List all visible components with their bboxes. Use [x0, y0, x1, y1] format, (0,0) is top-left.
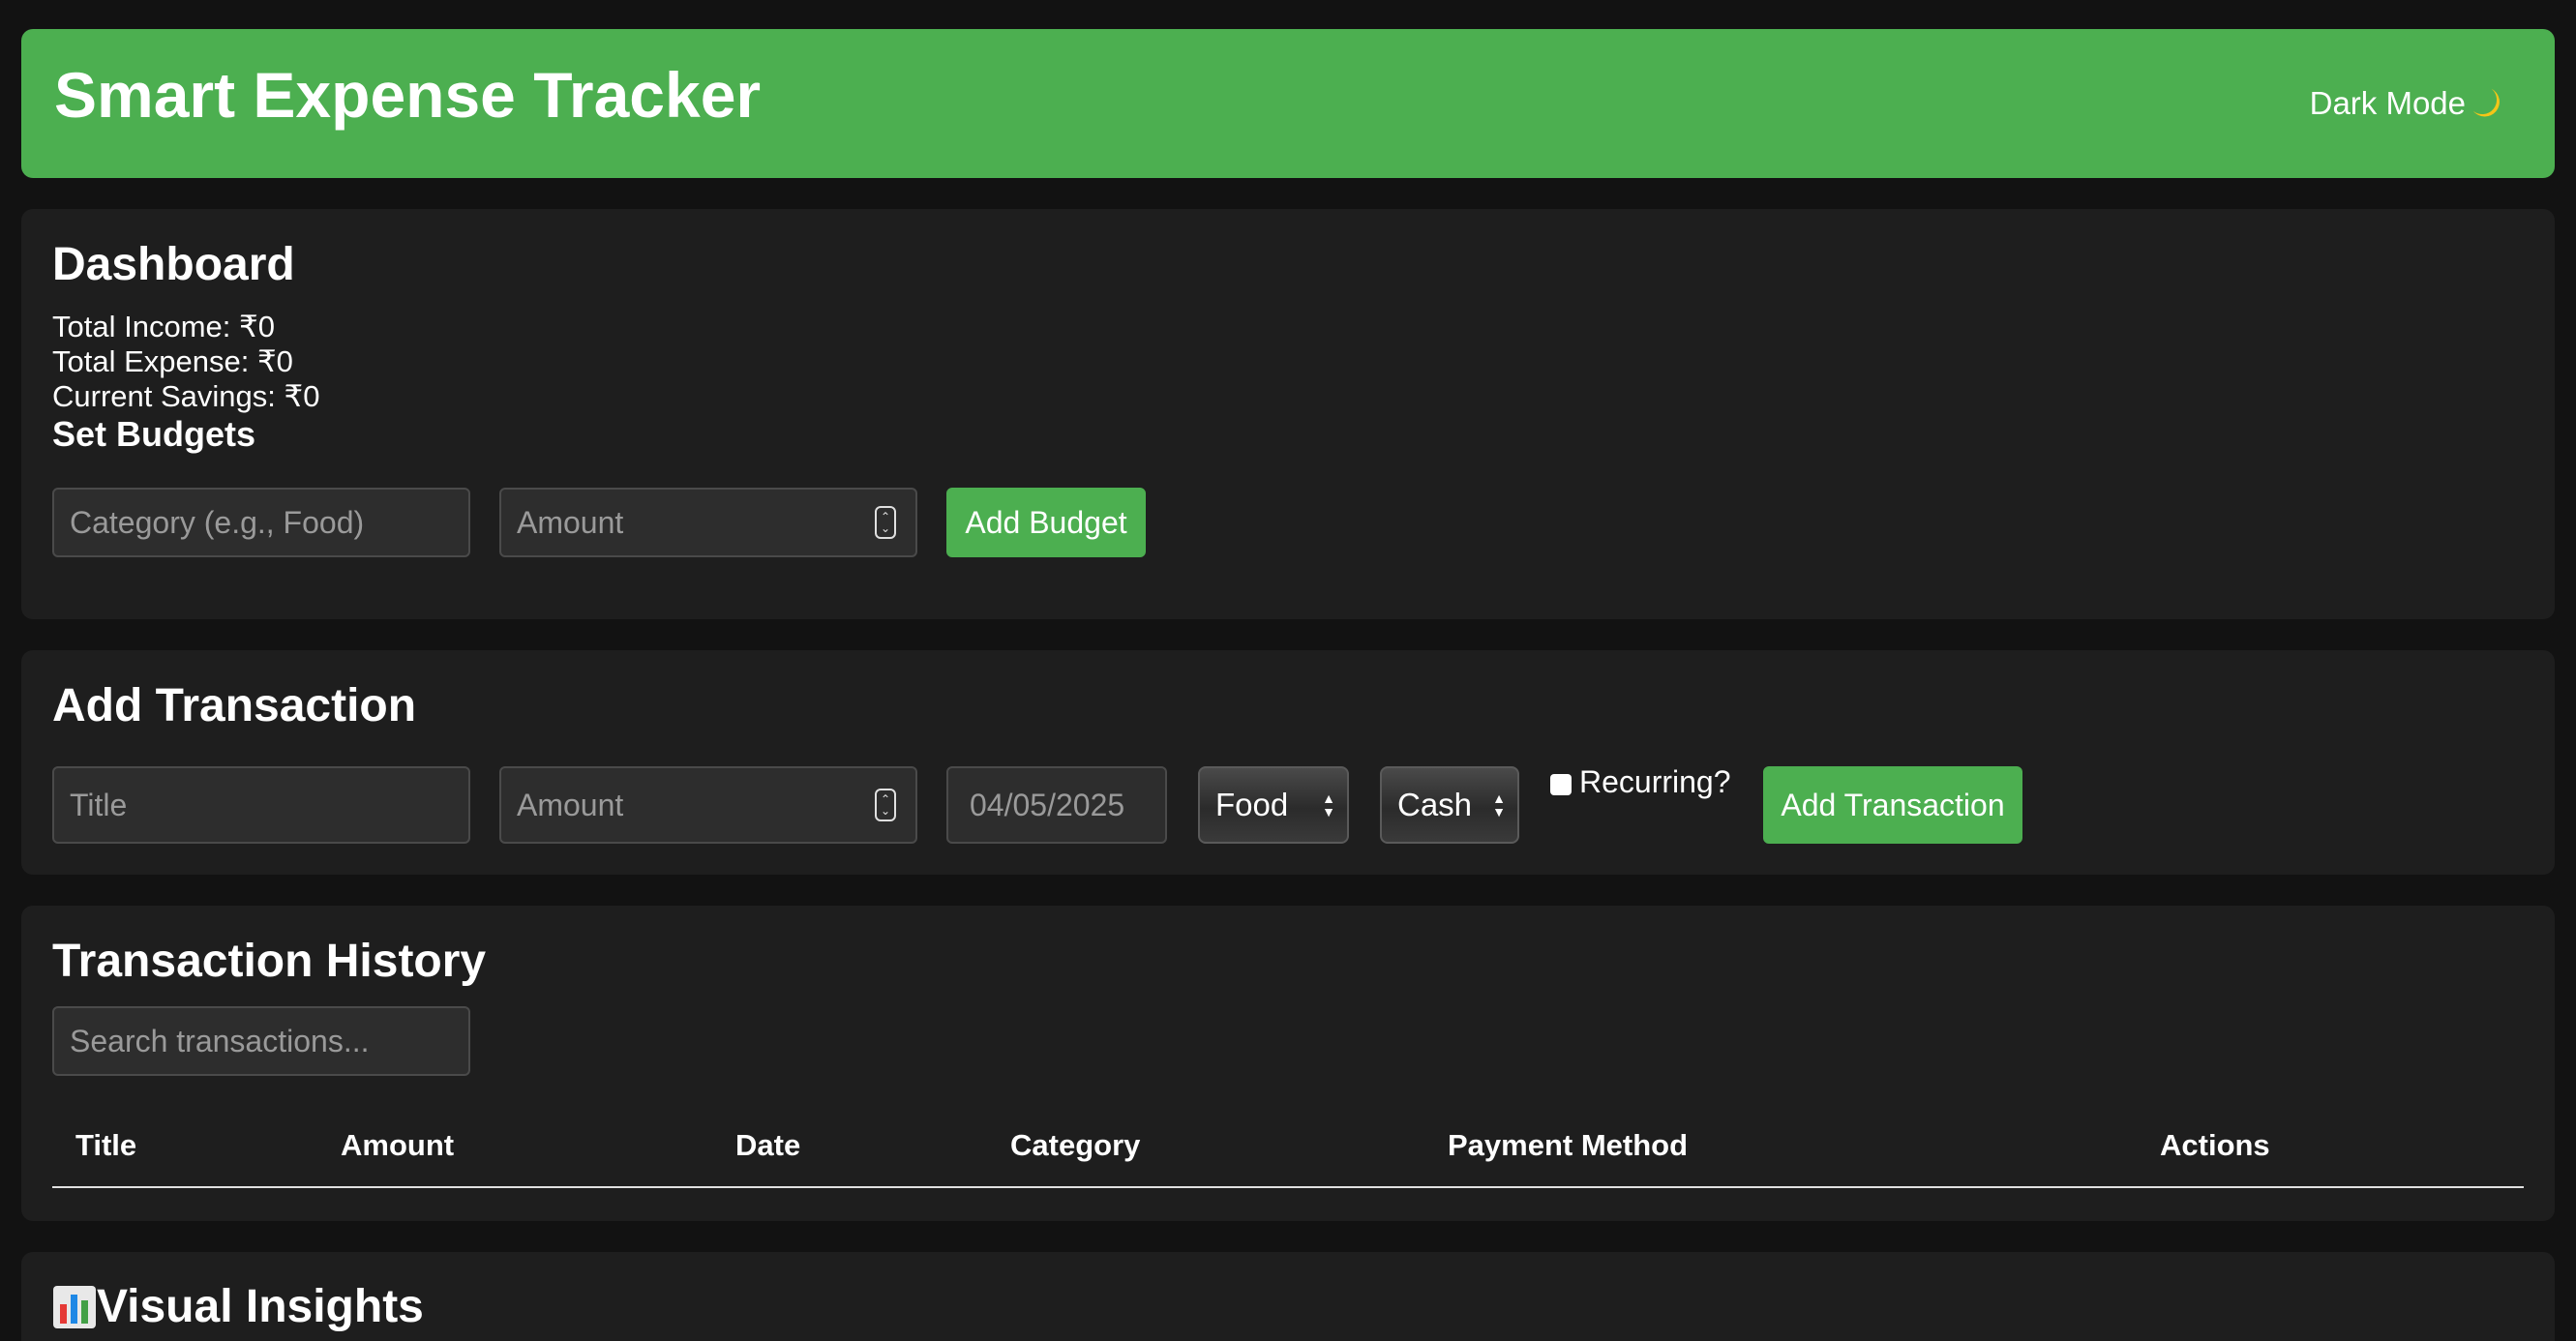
moon-icon — [2472, 88, 2500, 117]
transaction-date-input[interactable]: 04/05/2025 — [946, 766, 1167, 844]
category-selected: Food — [1215, 787, 1289, 822]
column-date: Date — [735, 1128, 801, 1162]
transaction-amount-placeholder: Amount — [517, 787, 624, 822]
budget-category-input[interactable]: Category (e.g., Food) — [52, 488, 470, 557]
select-arrows-icon: ▲ ▼ — [1492, 790, 1506, 820]
transaction-title-placeholder: Title — [70, 787, 128, 822]
recurring-checkbox[interactable] — [1550, 774, 1572, 795]
add-budget-button[interactable]: Add Budget — [946, 488, 1146, 557]
column-actions: Actions — [2160, 1128, 2270, 1162]
app-header: Smart Expense Tracker Dark Mode — [21, 29, 2555, 178]
spinner-icon[interactable]: ⌃ ⌄ — [875, 506, 896, 539]
total-income: Total Income: ₹0 — [52, 310, 275, 343]
set-budgets-heading: Set Budgets — [52, 414, 256, 454]
visual-insights-title: Visual Insights — [97, 1281, 424, 1332]
visual-insights-card: Visual Insights — [21, 1252, 2555, 1341]
add-transaction-heading: Add Transaction — [52, 680, 417, 731]
payment-method-select[interactable]: Cash ▲ ▼ — [1380, 766, 1519, 844]
search-placeholder: Search transactions... — [70, 1023, 370, 1058]
budget-amount-placeholder: Amount — [517, 504, 624, 540]
dashboard-heading: Dashboard — [52, 239, 295, 290]
add-transaction-button[interactable]: Add Transaction — [1763, 766, 2022, 844]
payment-selected: Cash — [1397, 787, 1473, 822]
app-title: Smart Expense Tracker — [54, 59, 762, 131]
dark-mode-toggle[interactable]: Dark Mode — [2310, 85, 2504, 122]
category-select[interactable]: Food ▲ ▼ — [1198, 766, 1349, 844]
visual-insights-heading: Visual Insights — [52, 1281, 424, 1332]
budget-category-placeholder: Category (e.g., Food) — [70, 504, 365, 540]
transaction-history-heading: Transaction History — [52, 936, 487, 987]
select-arrows-icon: ▲ ▼ — [1322, 790, 1335, 820]
table-header-divider — [52, 1186, 2524, 1188]
recurring-label: Recurring? — [1579, 764, 1731, 799]
column-payment-method: Payment Method — [1448, 1128, 1689, 1162]
column-amount: Amount — [341, 1128, 455, 1162]
current-savings: Current Savings: ₹0 — [52, 379, 320, 413]
bar-chart-icon — [53, 1286, 96, 1328]
add-transaction-card: Add Transaction Title Amount ⌃ ⌄ 04/05/20… — [21, 650, 2555, 875]
search-input[interactable]: Search transactions... — [52, 1006, 470, 1076]
total-expense: Total Expense: ₹0 — [52, 344, 293, 378]
column-category: Category — [1010, 1128, 1141, 1162]
spinner-icon[interactable]: ⌃ ⌄ — [875, 789, 896, 821]
transaction-history-card: Transaction History Search transactions.… — [21, 906, 2555, 1221]
column-title: Title — [75, 1128, 137, 1162]
transaction-date-value: 04/05/2025 — [970, 787, 1125, 822]
transaction-amount-input[interactable]: Amount ⌃ ⌄ — [499, 766, 917, 844]
budget-amount-input[interactable]: Amount ⌃ ⌄ — [499, 488, 917, 557]
dashboard-card: Dashboard Total Income: ₹0 Total Expense… — [21, 209, 2555, 619]
transaction-title-input[interactable]: Title — [52, 766, 470, 844]
dark-mode-label: Dark Mode — [2309, 85, 2466, 121]
